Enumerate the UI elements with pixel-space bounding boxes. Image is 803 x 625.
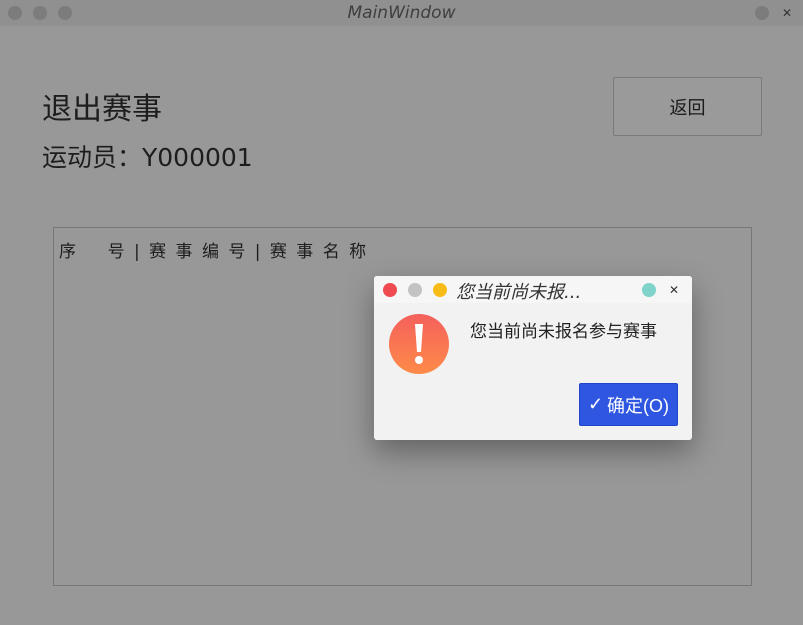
- dialog-minimize-dot-icon[interactable]: [408, 283, 422, 297]
- window-titlebar: MainWindow ✕: [0, 0, 803, 26]
- window-pin-dot-icon[interactable]: [755, 6, 769, 20]
- dialog-title: 您当前尚未报...: [456, 282, 582, 303]
- checkmark-icon: ✓: [587, 394, 604, 414]
- dialog-message: 您当前尚未报名参与赛事: [470, 322, 657, 342]
- dialog-maximize-dot-icon[interactable]: [433, 283, 447, 297]
- window-close-icon[interactable]: ✕: [779, 5, 795, 21]
- dialog-close-dot-icon[interactable]: [383, 283, 397, 297]
- ok-button-label: 确定(O): [607, 395, 670, 416]
- warning-dialog: 您当前尚未报... ✕ 您当前尚未报名参与赛事 ✓ 确定(O): [374, 276, 692, 440]
- athlete-label: 运动员：Y000001: [42, 143, 253, 172]
- list-header: 序 号 | 赛 事 编 号 | 赛 事 名 称: [59, 242, 369, 262]
- ok-button[interactable]: ✓ 确定(O): [579, 383, 678, 426]
- window-title: MainWindow: [347, 3, 456, 23]
- back-button[interactable]: 返回: [613, 77, 762, 136]
- page-title: 退出赛事: [42, 92, 162, 127]
- dialog-titlebar: 您当前尚未报... ✕: [374, 276, 692, 303]
- exclamation-warning-icon: [389, 314, 449, 374]
- dialog-pin-dot-icon[interactable]: [642, 283, 656, 297]
- dialog-close-icon[interactable]: ✕: [666, 282, 682, 298]
